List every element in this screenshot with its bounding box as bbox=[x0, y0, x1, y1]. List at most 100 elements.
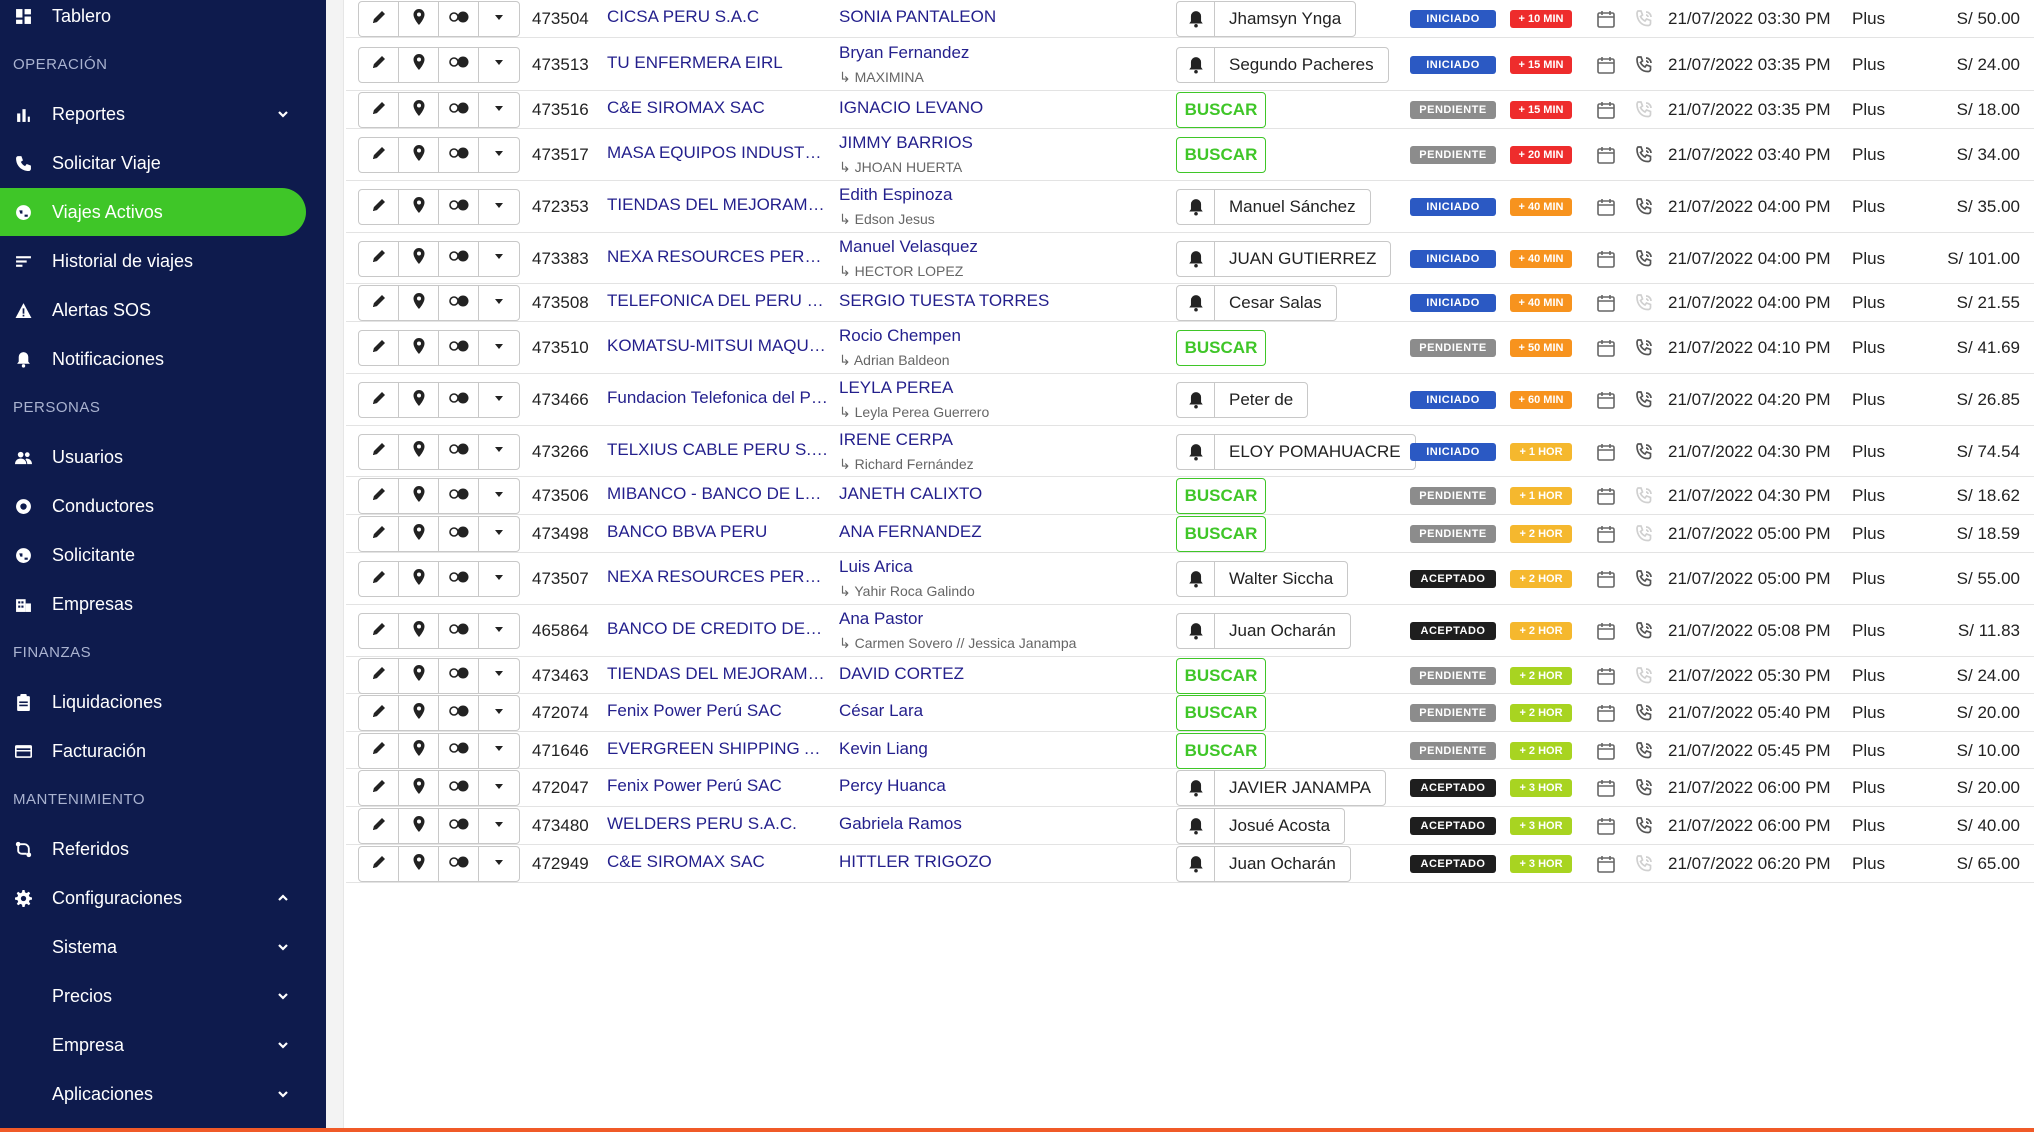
company-link[interactable]: EVERGREEN SHIPPING AGENCY bbox=[607, 739, 829, 759]
left-scroll-track[interactable] bbox=[326, 0, 344, 1132]
chevron-down-icon[interactable] bbox=[276, 989, 290, 1003]
map-location-button[interactable] bbox=[399, 47, 439, 82]
passenger-link[interactable]: LEYLA PEREA bbox=[839, 378, 953, 398]
map-location-button[interactable] bbox=[399, 562, 439, 596]
sidebar-item-tablero[interactable]: Tablero bbox=[0, 0, 306, 40]
passenger-link[interactable]: Gabriela Ramos bbox=[839, 814, 962, 834]
sidebar-item-empresas[interactable]: Empresas bbox=[0, 580, 306, 628]
map-location-button[interactable] bbox=[399, 434, 439, 469]
assigned-driver[interactable]: Peter de bbox=[1176, 382, 1309, 418]
assigned-driver[interactable]: Segundo Pacheres bbox=[1176, 46, 1389, 83]
toggle-button[interactable] bbox=[439, 93, 479, 127]
sidebar-item-liquidaciones[interactable]: Liquidaciones bbox=[0, 678, 306, 726]
sidebar-item-historial-de-viajes[interactable]: Historial de viajes bbox=[0, 237, 306, 285]
calendar-icon[interactable] bbox=[1596, 621, 1616, 641]
toggle-button[interactable] bbox=[439, 383, 479, 417]
assigned-driver[interactable]: ELOY POMAHUACRE bbox=[1176, 433, 1416, 470]
company-link[interactable]: BANCO DE CREDITO DEL PERU bbox=[607, 619, 829, 639]
passenger-link[interactable]: SONIA PANTALEON bbox=[839, 7, 996, 27]
calendar-icon[interactable] bbox=[1596, 293, 1616, 313]
map-location-button[interactable] bbox=[399, 241, 439, 276]
bell-icon[interactable] bbox=[1177, 562, 1215, 596]
toggle-button[interactable] bbox=[439, 771, 479, 805]
passenger-link[interactable]: César Lara bbox=[839, 701, 923, 721]
passenger-link[interactable]: Ana Pastor bbox=[839, 609, 923, 629]
search-driver-button[interactable]: BUSCAR bbox=[1176, 330, 1266, 366]
company-link[interactable]: TELEFONICA DEL PERU S.A.A. bbox=[607, 291, 829, 311]
sidebar-item-solicitar-viaje[interactable]: Solicitar Viaje bbox=[0, 139, 306, 187]
toggle-button[interactable] bbox=[439, 47, 479, 82]
company-link[interactable]: TIENDAS DEL MEJORAMIENTO bbox=[607, 664, 829, 684]
chevron-down-icon[interactable] bbox=[276, 1087, 290, 1101]
sidebar-item-facturaci-n[interactable]: Facturación bbox=[0, 727, 306, 775]
chevron-down-icon[interactable] bbox=[276, 940, 290, 954]
passenger-link[interactable]: Edith Espinoza bbox=[839, 185, 952, 205]
passenger-link[interactable]: DAVID CORTEZ bbox=[839, 664, 964, 684]
toggle-button[interactable] bbox=[439, 847, 479, 881]
chevron-down-icon[interactable] bbox=[276, 1038, 290, 1052]
calendar-icon[interactable] bbox=[1596, 249, 1616, 269]
passenger-link[interactable]: HITTLER TRIGOZO bbox=[839, 852, 992, 872]
edit-button[interactable] bbox=[359, 771, 399, 805]
more-options-dropdown[interactable] bbox=[479, 190, 519, 224]
map-location-button[interactable] bbox=[399, 190, 439, 224]
toggle-button[interactable] bbox=[439, 614, 479, 648]
sidebar-item-conductores[interactable]: Conductores bbox=[0, 482, 306, 530]
edit-button[interactable] bbox=[359, 190, 399, 224]
passenger-link[interactable]: JANETH CALIXTO bbox=[839, 484, 982, 504]
calendar-icon[interactable] bbox=[1596, 442, 1616, 462]
more-options-dropdown[interactable] bbox=[479, 659, 519, 693]
assigned-driver[interactable]: Juan Ocharán bbox=[1176, 846, 1351, 882]
map-location-button[interactable] bbox=[399, 809, 439, 843]
phone-call-icon[interactable] bbox=[1634, 442, 1654, 462]
sidebar-item-usuarios[interactable]: Usuarios bbox=[0, 433, 306, 481]
phone-call-icon[interactable] bbox=[1634, 249, 1654, 269]
phone-call-icon[interactable] bbox=[1634, 486, 1654, 506]
company-link[interactable]: NEXA RESOURCES PERU S.A.A. bbox=[607, 247, 829, 267]
toggle-button[interactable] bbox=[439, 733, 479, 768]
toggle-button[interactable] bbox=[439, 809, 479, 843]
calendar-icon[interactable] bbox=[1596, 390, 1616, 410]
toggle-button[interactable] bbox=[439, 331, 479, 365]
sidebar-item-precios[interactable]: Precios bbox=[0, 972, 306, 1020]
edit-button[interactable] bbox=[359, 696, 399, 730]
more-options-dropdown[interactable] bbox=[479, 562, 519, 596]
assigned-driver[interactable]: JAVIER JANAMPA bbox=[1176, 770, 1387, 806]
search-driver-button[interactable]: BUSCAR bbox=[1176, 92, 1266, 128]
search-driver-button[interactable]: BUSCAR bbox=[1176, 478, 1266, 514]
edit-button[interactable] bbox=[359, 93, 399, 127]
assigned-driver[interactable]: Cesar Salas bbox=[1176, 285, 1337, 321]
calendar-icon[interactable] bbox=[1596, 197, 1616, 217]
bell-icon[interactable] bbox=[1177, 2, 1215, 36]
calendar-icon[interactable] bbox=[1596, 854, 1616, 874]
map-location-button[interactable] bbox=[399, 93, 439, 127]
more-options-dropdown[interactable] bbox=[479, 435, 519, 469]
toggle-button[interactable] bbox=[439, 138, 479, 172]
edit-button[interactable] bbox=[359, 434, 399, 469]
assigned-driver[interactable]: Juan Ocharán bbox=[1176, 613, 1351, 649]
sidebar-item-sistema[interactable]: Sistema bbox=[0, 923, 306, 971]
phone-call-icon[interactable] bbox=[1634, 9, 1654, 29]
edit-button[interactable] bbox=[359, 47, 399, 82]
phone-call-icon[interactable] bbox=[1634, 621, 1654, 641]
company-link[interactable]: KOMATSU-MITSUI MAQUINARIAS bbox=[607, 336, 829, 356]
bell-icon[interactable] bbox=[1177, 847, 1215, 881]
company-link[interactable]: MIBANCO - BANCO DE LA MICROEMPRESA bbox=[607, 484, 829, 504]
phone-call-icon[interactable] bbox=[1634, 666, 1654, 686]
more-options-dropdown[interactable] bbox=[479, 48, 519, 82]
more-options-dropdown[interactable] bbox=[479, 93, 519, 127]
edit-button[interactable] bbox=[359, 138, 399, 172]
edit-button[interactable] bbox=[359, 383, 399, 417]
company-link[interactable]: NEXA RESOURCES PERU S.A.A. bbox=[607, 567, 829, 587]
calendar-icon[interactable] bbox=[1596, 338, 1616, 358]
sidebar-item-aplicaciones[interactable]: Aplicaciones bbox=[0, 1070, 306, 1118]
map-location-button[interactable] bbox=[399, 771, 439, 805]
more-options-dropdown[interactable] bbox=[479, 614, 519, 648]
assigned-driver[interactable]: Josué Acosta bbox=[1176, 808, 1346, 844]
map-location-button[interactable] bbox=[399, 331, 439, 365]
bell-icon[interactable] bbox=[1177, 809, 1215, 843]
company-link[interactable]: Fenix Power Perú SAC bbox=[607, 701, 829, 721]
passenger-link[interactable]: Percy Huanca bbox=[839, 776, 946, 796]
more-options-dropdown[interactable] bbox=[479, 383, 519, 417]
calendar-icon[interactable] bbox=[1596, 524, 1616, 544]
